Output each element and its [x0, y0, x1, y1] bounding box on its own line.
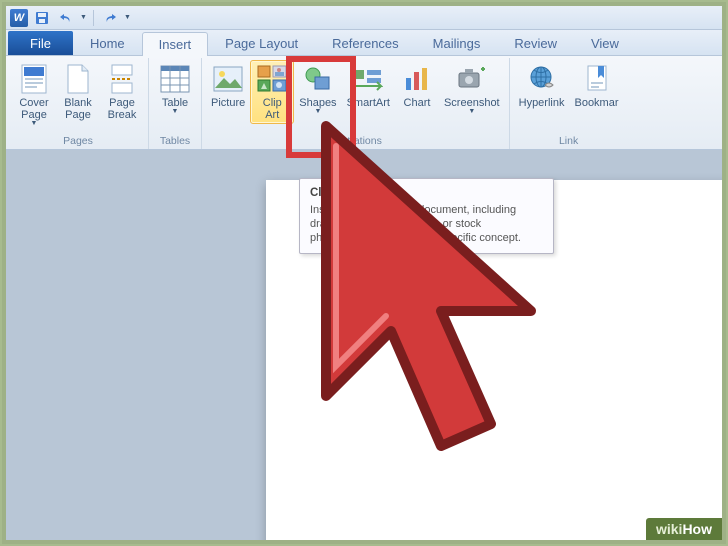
- watermark-suffix: How: [682, 521, 712, 537]
- picture-icon: [213, 66, 243, 92]
- watermark-prefix: wiki: [656, 521, 682, 537]
- clip-art-icon: [257, 65, 287, 93]
- bookmark-icon: [584, 64, 610, 94]
- hyperlink-button[interactable]: Hyperlink: [514, 60, 570, 112]
- chevron-down-icon: ▼: [314, 108, 321, 115]
- picture-button[interactable]: Picture: [206, 60, 250, 112]
- group-links: Hyperlink Bookmar Link: [510, 58, 628, 149]
- group-tables: Table ▼ Tables: [149, 58, 202, 149]
- picture-label: Picture: [211, 97, 245, 109]
- tab-page-layout[interactable]: Page Layout: [208, 31, 315, 55]
- undo-icon: [59, 11, 73, 25]
- tab-mailings[interactable]: Mailings: [416, 31, 498, 55]
- tooltip-body: Insert Clip Art into the document, inclu…: [310, 203, 543, 245]
- word-app-icon: W: [10, 9, 28, 27]
- chevron-down-icon: ▼: [172, 108, 179, 115]
- bookmark-label: Bookmar: [574, 97, 618, 109]
- ribbon-tabstrip: File Home Insert Page Layout References …: [6, 30, 722, 56]
- wikihow-watermark: wikiHow: [646, 518, 722, 540]
- chart-label: Chart: [404, 97, 431, 109]
- hyperlink-icon: [527, 65, 557, 93]
- blank-page-label: Blank Page: [64, 97, 92, 121]
- table-icon: [160, 65, 190, 93]
- redo-button[interactable]: [100, 8, 120, 28]
- tab-insert[interactable]: Insert: [142, 32, 209, 56]
- page-break-label: Page Break: [108, 97, 137, 121]
- smartart-button[interactable]: SmartArt: [342, 60, 395, 112]
- tooltip-clip-art: Clip Art Insert Clip Art into the docume…: [299, 178, 554, 254]
- chevron-down-icon: ▼: [468, 108, 475, 115]
- cover-page-button[interactable]: Cover Page ▼: [12, 60, 56, 130]
- redo-icon: [103, 11, 117, 25]
- screenshot-button[interactable]: Screenshot ▼: [439, 60, 505, 118]
- group-illustrations: Picture Clip Art Shapes ▼ SmartArt: [202, 58, 510, 149]
- smartart-label: SmartArt: [347, 97, 390, 109]
- tooltip-title: Clip Art: [310, 187, 543, 199]
- chevron-down-icon: ▼: [31, 120, 38, 127]
- tab-view[interactable]: View: [574, 31, 636, 55]
- group-pages: Cover Page ▼ Blank Page Page Break Pages: [8, 58, 149, 149]
- title-bar: W ▼ ▼: [6, 6, 722, 30]
- ribbon: Cover Page ▼ Blank Page Page Break Pages: [6, 56, 722, 150]
- group-illustrations-label: Illustrations: [206, 134, 505, 149]
- shapes-button[interactable]: Shapes ▼: [294, 60, 341, 118]
- group-pages-label: Pages: [12, 134, 144, 149]
- chart-button[interactable]: Chart: [395, 60, 439, 112]
- save-icon: [35, 11, 49, 25]
- bookmark-button[interactable]: Bookmar: [569, 60, 623, 112]
- clip-art-button[interactable]: Clip Art: [250, 60, 294, 124]
- cover-page-icon: [21, 64, 47, 94]
- save-button[interactable]: [32, 8, 52, 28]
- page-break-icon: [110, 64, 134, 94]
- clip-art-label: Clip Art: [263, 97, 282, 121]
- qat-customize-caret[interactable]: ▼: [124, 14, 131, 21]
- qat-separator: [93, 10, 94, 26]
- undo-dropdown-caret[interactable]: ▼: [80, 14, 87, 21]
- smartart-icon: [353, 66, 383, 92]
- app-window: W ▼ ▼ File Home Insert Page Layout Refer…: [6, 6, 722, 540]
- page-break-button[interactable]: Page Break: [100, 60, 144, 124]
- group-links-label: Link: [514, 134, 624, 149]
- hyperlink-label: Hyperlink: [519, 97, 565, 109]
- tab-home[interactable]: Home: [73, 31, 142, 55]
- tab-file[interactable]: File: [8, 31, 73, 55]
- screenshot-icon: [457, 67, 487, 91]
- tab-references[interactable]: References: [315, 31, 415, 55]
- blank-page-icon: [66, 64, 90, 94]
- table-button[interactable]: Table ▼: [153, 60, 197, 118]
- tab-review[interactable]: Review: [497, 31, 574, 55]
- blank-page-button[interactable]: Blank Page: [56, 60, 100, 124]
- shapes-icon: [303, 65, 333, 93]
- group-tables-label: Tables: [153, 134, 197, 149]
- chart-icon: [403, 66, 431, 92]
- undo-button[interactable]: [56, 8, 76, 28]
- cover-page-label: Cover Page: [19, 97, 48, 121]
